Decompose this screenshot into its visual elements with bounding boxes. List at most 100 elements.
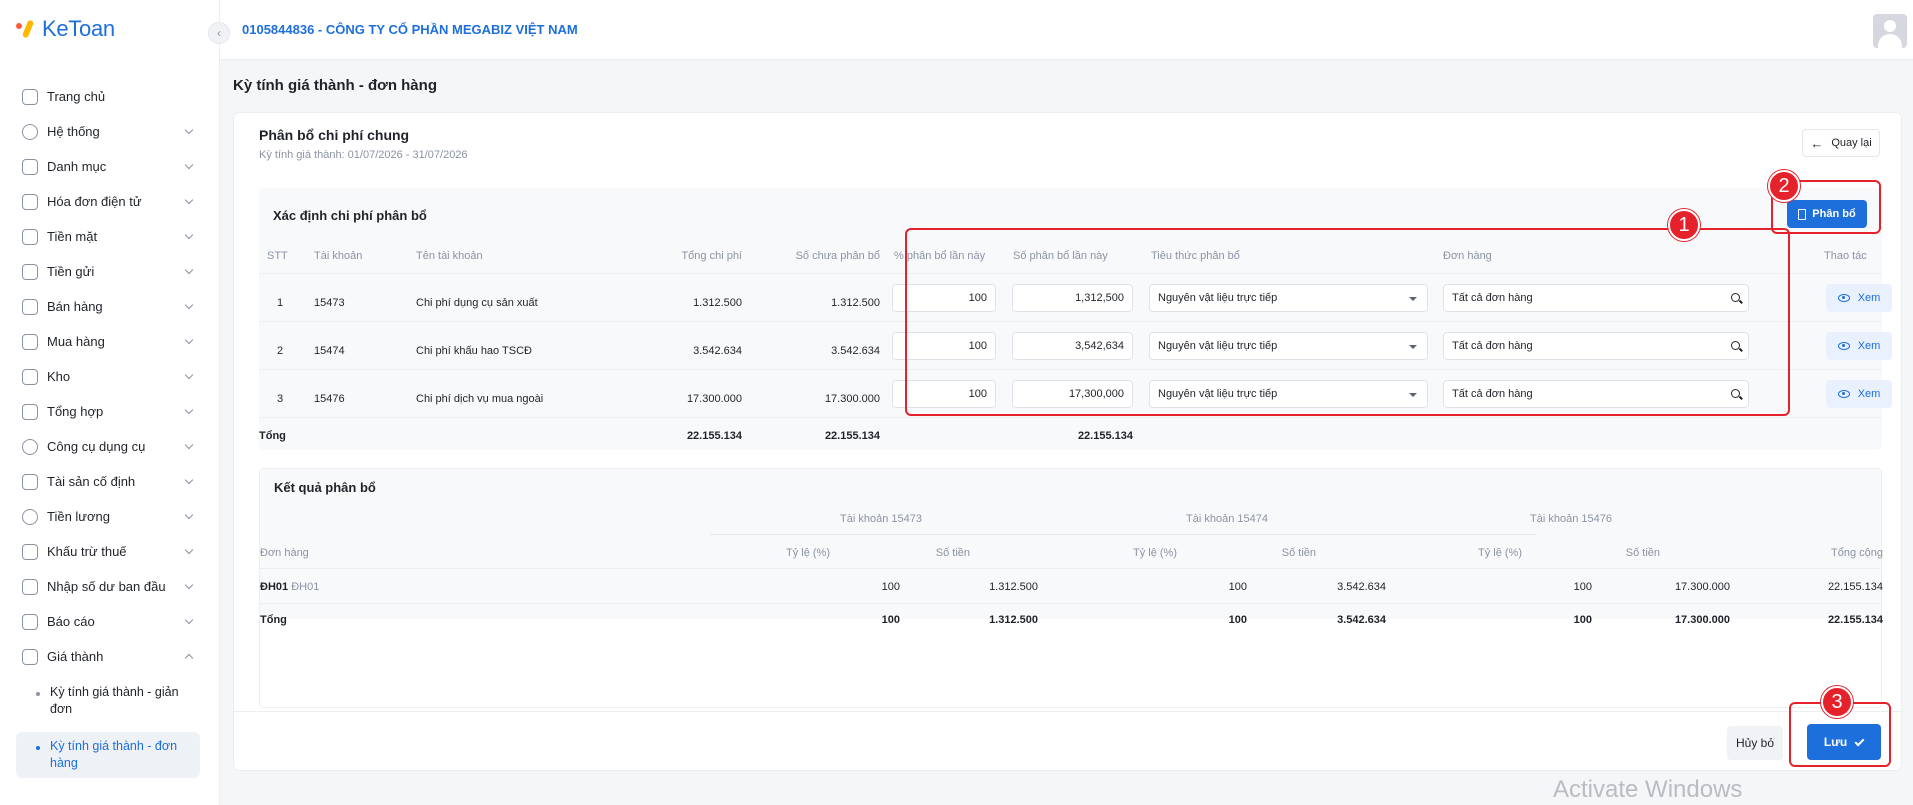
view-button-label: Xem: [1857, 340, 1881, 352]
result-header: [260, 469, 1881, 619]
annotation-box-1: [905, 228, 1790, 416]
chevron-down-icon: [184, 405, 194, 415]
sidebar-item-deposit[interactable]: Tiền gửi: [16, 254, 200, 289]
sidebar-item-sales[interactable]: Bán hàng: [16, 289, 200, 324]
view-button-label: Xem: [1857, 388, 1881, 400]
sidebar-collapse-button[interactable]: ‹: [208, 22, 230, 44]
report-icon: [22, 613, 38, 630]
total-grand: 22.155.134: [1827, 614, 1883, 626]
eye-icon: [1837, 390, 1850, 398]
view-button[interactable]: Xem: [1826, 332, 1892, 360]
building-icon: [22, 473, 38, 490]
column-header: Số chưa phân bổ: [795, 250, 880, 262]
sidebar-item-tools[interactable]: Công cụ dụng cụ: [16, 429, 200, 464]
sidebar-subitem-label: Kỳ tính giá thành - đơn hàng: [50, 739, 178, 770]
logo[interactable]: KeToan: [16, 16, 115, 42]
sidebar-item-label: Hóa đơn điện tử: [47, 194, 142, 209]
view-button[interactable]: Xem: [1826, 284, 1892, 312]
sidebar-item-label: Tài sản cố định: [47, 474, 136, 489]
arrow-left-icon: ←: [1810, 135, 1824, 151]
total-allocated: 22.155.134: [1077, 430, 1133, 442]
column-header: Tổng chi phí: [681, 250, 742, 262]
order-code-secondary: ĐH01: [291, 581, 320, 593]
cell-unallocated: 3.542.634: [831, 345, 880, 357]
order-code: ĐH01: [260, 581, 289, 593]
eye-icon: [1837, 342, 1850, 350]
back-button-label: Quay lại: [1831, 137, 1872, 149]
sidebar-item-home[interactable]: Trang chủ: [16, 79, 200, 114]
topbar: 0105844836 - CÔNG TY CỔ PHẦN MEGABIZ VIỆ…: [220, 0, 1913, 60]
result-section: Kết quả phân bổ Tài khoản 15473 Tài khoả…: [259, 468, 1883, 708]
cell-account-name: Chi phí dịch vụ mua ngoài: [416, 393, 544, 405]
sidebar-item-reports[interactable]: Báo cáo: [16, 604, 200, 639]
group-header: Tài khoản 15473: [840, 513, 922, 525]
group-header: Tài khoản 15476: [1530, 513, 1612, 525]
chevron-down-icon: [184, 580, 194, 590]
bank-card-icon: [22, 263, 38, 280]
allocation-title: Xác định chi phí phân bổ: [273, 208, 427, 223]
cell-unallocated: 1.312.500: [831, 297, 880, 309]
column-header: Số tiền: [1625, 547, 1660, 559]
divider: [260, 568, 1881, 569]
sidebar-nav: Trang chủ Hệ thống Danh mục Hóa đơn điện…: [16, 79, 200, 778]
divider: [710, 534, 1536, 535]
sidebar-item-label: Nhập số dư ban đầu: [47, 579, 166, 594]
sidebar-item-warehouse[interactable]: Kho: [16, 359, 200, 394]
bullet-icon: [36, 746, 40, 750]
bullet-icon: [36, 692, 40, 696]
annotation-marker-3: 3: [1821, 686, 1853, 718]
cell-stt: 3: [277, 393, 284, 405]
shopping-bag-icon: [22, 298, 38, 315]
sidebar-item-label: Kho: [47, 369, 71, 384]
sidebar-subitem-simple[interactable]: Kỳ tính giá thành - giản đơn: [16, 678, 200, 724]
sidebar-item-salary[interactable]: Tiền lương: [16, 499, 200, 534]
back-button[interactable]: ← Quay lại: [1802, 129, 1880, 157]
cell-account: 15473: [314, 297, 345, 309]
chevron-down-icon: [184, 230, 194, 240]
annotation-marker-2: 2: [1768, 170, 1800, 202]
chevron-left-icon: ‹: [217, 26, 221, 40]
card-title: Phân bổ chi phí chung: [259, 127, 410, 143]
view-button[interactable]: Xem: [1826, 380, 1892, 408]
cell-order: ĐH01 ĐH01: [260, 581, 319, 593]
sidebar-item-system[interactable]: Hệ thống: [16, 114, 200, 149]
page-title: Kỳ tính giá thành - đơn hàng: [233, 77, 437, 94]
group-header: Tài khoản 15474: [1186, 513, 1268, 525]
column-header: Tài khoản: [314, 250, 363, 262]
column-header: Thao tác: [1824, 250, 1867, 262]
sidebar-subitem-label: Kỳ tính giá thành - giản đơn: [50, 685, 179, 716]
column-header: Đơn hàng: [260, 547, 309, 559]
cancel-button[interactable]: Hủy bỏ: [1727, 726, 1783, 760]
sidebar-item-cash[interactable]: Tiền mặt: [16, 219, 200, 254]
cell-grand-total: 22.155.134: [1827, 581, 1883, 593]
sidebar-item-einvoice[interactable]: Hóa đơn điện tử: [16, 184, 200, 219]
total-cost: 22.155.134: [686, 430, 742, 442]
sidebar-item-cost[interactable]: Giá thành: [16, 639, 200, 674]
sidebar-item-tax[interactable]: Khấu trừ thuế: [16, 534, 200, 569]
chevron-up-icon: [184, 653, 194, 663]
chevron-down-icon: [184, 615, 194, 625]
sidebar-item-opening-balance[interactable]: Nhập số dư ban đầu: [16, 569, 200, 604]
chevron-down-icon: [184, 475, 194, 485]
logo-icon: [16, 18, 38, 40]
card-subtitle: Kỳ tính giá thành: 01/07/2026 - 31/07/20…: [259, 149, 468, 161]
avatar[interactable]: [1873, 14, 1907, 48]
result-title: Kết quả phân bổ: [274, 480, 376, 495]
view-button-label: Xem: [1857, 292, 1881, 304]
sidebar-item-fixed-assets[interactable]: Tài sản cố định: [16, 464, 200, 499]
sidebar-item-catalog[interactable]: Danh mục: [16, 149, 200, 184]
chevron-down-icon: [184, 125, 194, 135]
annotation-marker-1: 1: [1668, 209, 1700, 241]
sidebar-item-purchase[interactable]: Mua hàng: [16, 324, 200, 359]
sidebar-item-label: Mua hàng: [47, 334, 105, 349]
cell-total: 1.312.500: [693, 297, 742, 309]
cell-account: 15476: [314, 393, 345, 405]
sidebar-item-summary[interactable]: Tổng hợp: [16, 394, 200, 429]
cell-stt: 2: [277, 345, 284, 357]
company-name[interactable]: 0105844836 - CÔNG TY CỔ PHẦN MEGABIZ VIỆ…: [242, 22, 578, 37]
chevron-down-icon: [184, 195, 194, 205]
sidebar-item-label: Báo cáo: [47, 614, 95, 629]
sidebar-subitem-order[interactable]: Kỳ tính giá thành - đơn hàng: [16, 732, 200, 778]
sidebar-item-label: Tiền gửi: [47, 264, 95, 279]
home-icon: [22, 88, 38, 105]
